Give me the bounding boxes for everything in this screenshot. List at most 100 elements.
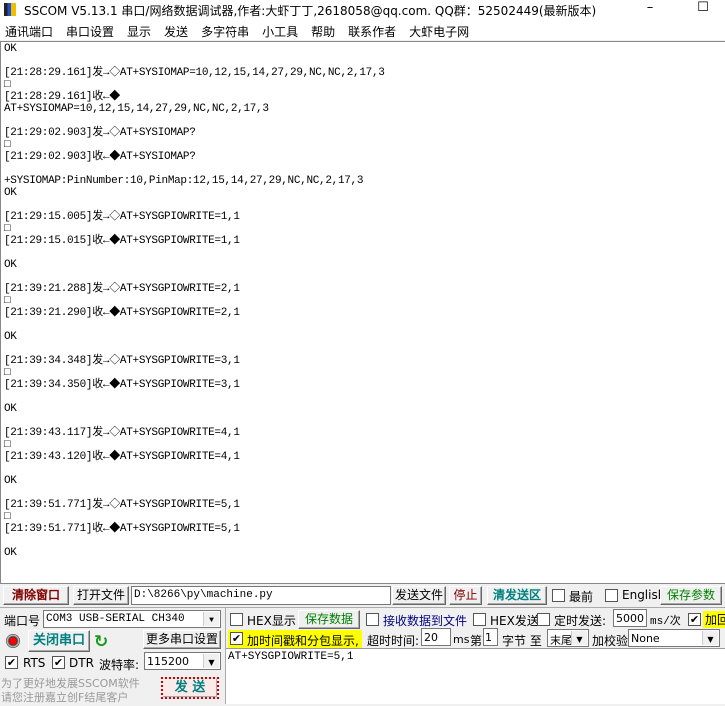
log-line: [21:29:02.903]发→◇AT+SYSIOMAP? bbox=[4, 127, 196, 139]
log-line: OK bbox=[4, 475, 17, 487]
log-line: OK bbox=[4, 403, 17, 415]
log-line: [21:39:43.117]发→◇AT+SYSGPIOWRITE=4,1 bbox=[4, 427, 240, 439]
menu-item[interactable]: 发送 bbox=[164, 20, 195, 40]
baud-label: 波特率: bbox=[99, 658, 140, 672]
log-line: [21:29:15.005]发→◇AT+SYSGPIOWRITE=1,1 bbox=[4, 211, 240, 223]
recv-to-file-checkbox[interactable] bbox=[366, 613, 379, 626]
add-return-label: 加回 bbox=[703, 611, 725, 628]
log-line: □ bbox=[4, 367, 11, 379]
log-line: OK bbox=[4, 259, 17, 271]
menu-item[interactable]: 显示 bbox=[127, 20, 158, 40]
timeout-label: 超时时间: bbox=[367, 634, 420, 648]
more-port-settings-button[interactable]: 更多串口设置 bbox=[143, 630, 221, 649]
log-line: □ bbox=[4, 223, 11, 235]
send-file-button[interactable]: 发送文件 bbox=[392, 586, 446, 605]
menu-item[interactable]: 串口设置 bbox=[66, 20, 121, 40]
dtr-checkbox[interactable]: ✔ bbox=[52, 656, 65, 669]
menu-item[interactable]: 多字符串 bbox=[201, 20, 256, 40]
chevron-down-icon: ▼ bbox=[702, 631, 718, 645]
baud-select[interactable]: 115200 ▼ bbox=[144, 652, 221, 670]
topmost-label: 最前 bbox=[569, 590, 594, 604]
clear-window-button[interactable]: 清除窗口 bbox=[3, 586, 69, 605]
log-line: [21:28:29.161]发→◇AT+SYSIOMAP=10,12,15,14… bbox=[4, 67, 385, 79]
port-value: COM3 USB-SERIAL CH340 bbox=[46, 613, 185, 625]
checksum-label: 加校验 bbox=[592, 634, 629, 648]
app-icon bbox=[4, 3, 16, 16]
log-line: OK bbox=[4, 43, 17, 55]
interval-input[interactable]: 5000 bbox=[613, 609, 647, 627]
log-line: [21:39:51.771]发→◇AT+SYSGPIOWRITE=5,1 bbox=[4, 499, 240, 511]
byte-from-input[interactable]: 1 bbox=[483, 628, 498, 646]
timed-send-label: 定时发送: bbox=[554, 614, 607, 628]
checksum-select[interactable]: None ▼ bbox=[628, 629, 720, 647]
log-line: AT+SYSIOMAP=10,12,15,14,27,29,NC,NC,2,17… bbox=[4, 103, 269, 115]
log-line: [21:39:21.290]收←◆AT+SYSGPIOWRITE=2,1 bbox=[4, 307, 240, 319]
baud-value: 115200 bbox=[147, 655, 189, 668]
open-file-button[interactable]: 打开文件 bbox=[73, 586, 129, 605]
minimize-button[interactable]: – bbox=[640, 0, 660, 18]
log-line: [21:39:21.288]发→◇AT+SYSGPIOWRITE=2,1 bbox=[4, 283, 240, 295]
hex-display-checkbox[interactable] bbox=[230, 613, 243, 626]
menu-item[interactable]: 联系作者 bbox=[348, 20, 403, 40]
stop-button[interactable]: 停止 bbox=[449, 586, 482, 605]
log-line: [21:29:15.015]收←◆AT+SYSGPIOWRITE=1,1 bbox=[4, 235, 240, 247]
menu-item[interactable]: 小工具 bbox=[262, 20, 305, 40]
timed-send-checkbox[interactable] bbox=[537, 613, 550, 626]
send-button[interactable]: 发 送 bbox=[161, 677, 219, 699]
window-title: SSCOM V5.13.1 串口/网络数据调试器,作者:大虾丁丁,2618058… bbox=[24, 4, 597, 18]
hex-send-checkbox[interactable] bbox=[473, 613, 486, 626]
log-line: □ bbox=[4, 139, 11, 151]
log-line: OK bbox=[4, 547, 17, 559]
log-line: [21:39:34.348]发→◇AT+SYSGPIOWRITE=3,1 bbox=[4, 355, 240, 367]
port-select[interactable]: COM3 USB-SERIAL CH340 ▼ bbox=[43, 610, 221, 628]
timestamp-checkbox[interactable]: ✔ bbox=[230, 632, 243, 645]
menu-item[interactable]: 帮助 bbox=[311, 20, 342, 40]
file-path-input[interactable]: D:\8266\py\machine.py bbox=[131, 586, 391, 605]
log-line: □ bbox=[4, 79, 11, 91]
dtr-label: DTR bbox=[69, 656, 94, 670]
refresh-icon[interactable]: ↻ bbox=[94, 632, 108, 652]
hex-display-label: HEX显示 bbox=[247, 614, 296, 628]
byte-to-select[interactable]: 末尾 ▼ bbox=[547, 629, 589, 647]
log-line: [21:28:29.161]收←◆ bbox=[4, 91, 120, 103]
log-line: +SYSIOMAP:PinNumber:10,PinMap:12,15,14,2… bbox=[4, 175, 364, 187]
promo-line-2: 请您注册嘉立创F结尾客户 bbox=[1, 691, 129, 704]
timeout-input[interactable]: 20 bbox=[421, 628, 451, 646]
log-line: □ bbox=[4, 295, 11, 307]
chevron-down-icon: ▼ bbox=[571, 631, 587, 645]
recv-to-file-label: 接收数据到文件 bbox=[383, 614, 468, 628]
add-return-checkbox[interactable]: ✔ bbox=[688, 613, 701, 626]
save-params-button[interactable]: 保存参数 bbox=[660, 586, 722, 605]
title-bar: SSCOM V5.13.1 串口/网络数据调试器,作者:大虾丁丁,2618058… bbox=[0, 0, 725, 20]
byte-prefix: 第 bbox=[470, 634, 483, 648]
menu-item[interactable]: 大虾电子网 bbox=[409, 20, 476, 40]
close-port-button[interactable]: 关闭串口 bbox=[28, 630, 90, 652]
log-line: [21:39:34.350]收←◆AT+SYSGPIOWRITE=3,1 bbox=[4, 379, 240, 391]
save-data-button[interactable]: 保存数据 bbox=[298, 610, 360, 629]
log-line: OK bbox=[4, 187, 17, 199]
english-label: English bbox=[622, 588, 666, 602]
chevron-down-icon: ▼ bbox=[203, 654, 219, 668]
clear-send-button[interactable]: 清发送区 bbox=[487, 586, 547, 605]
topmost-checkbox[interactable] bbox=[552, 589, 565, 602]
maximize-button[interactable]: ☐ bbox=[693, 0, 713, 18]
timeout-unit: ms bbox=[453, 633, 470, 646]
timestamp-label: 加时间戳和分包显示, bbox=[247, 634, 359, 648]
send-textarea[interactable]: AT+SYSGPIOWRITE=5,1 bbox=[226, 648, 725, 704]
english-checkbox[interactable] bbox=[605, 589, 618, 602]
hex-send-label: HEX发送 bbox=[490, 614, 539, 628]
log-line: [21:39:51.771]收←◆AT+SYSGPIOWRITE=5,1 bbox=[4, 523, 240, 535]
menu-bar: 通讯端口 串口设置 显示 发送 多字符串 小工具 帮助 联系作者 大虾电子网 bbox=[0, 20, 725, 40]
chevron-down-icon: ▼ bbox=[203, 612, 219, 626]
rts-checkbox[interactable]: ✔ bbox=[5, 656, 18, 669]
receive-log[interactable]: OK [21:28:29.161]发→◇AT+SYSIOMAP=10,12,15,… bbox=[0, 41, 725, 584]
menu-item[interactable]: 通讯端口 bbox=[5, 20, 60, 40]
